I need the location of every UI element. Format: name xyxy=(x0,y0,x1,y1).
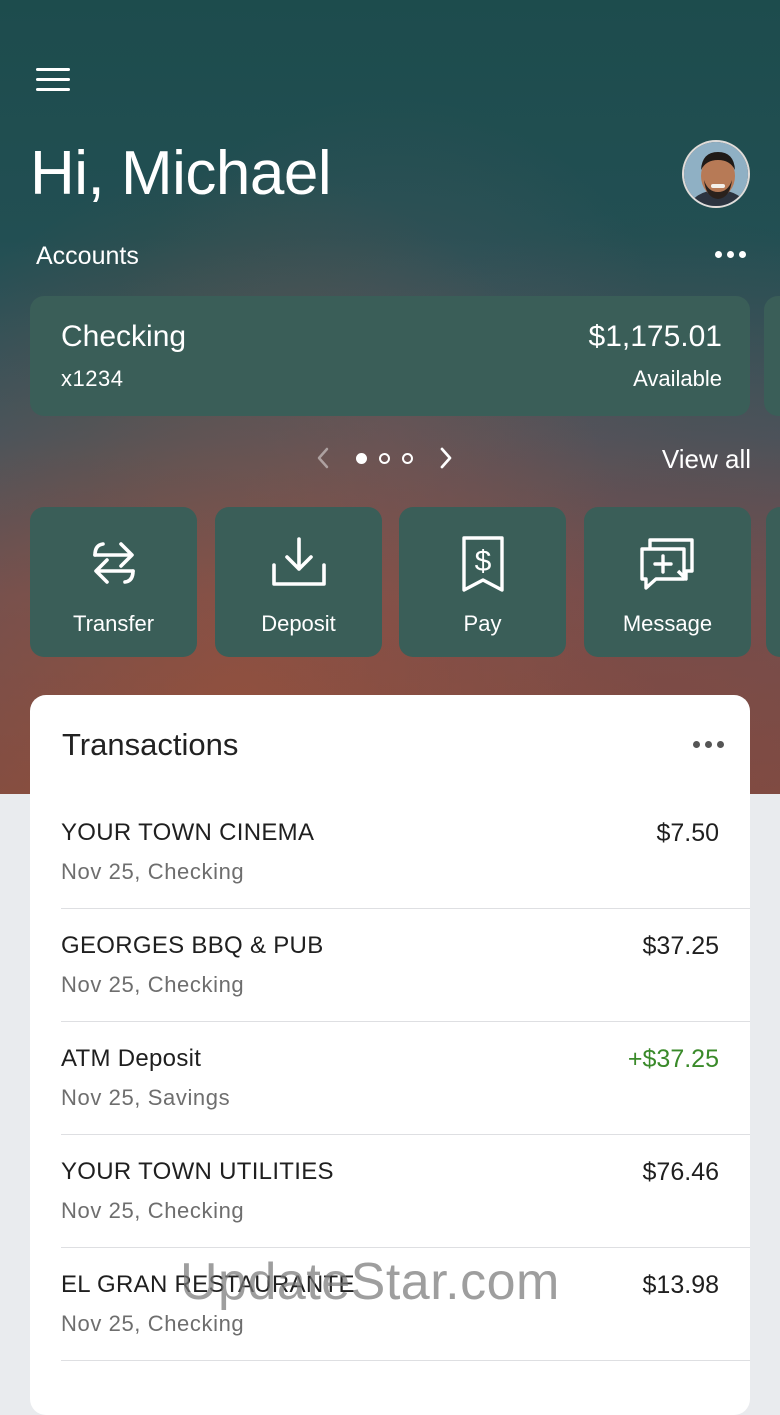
transaction-details: Nov 25, Checking xyxy=(61,1311,245,1336)
deposit-label: Deposit xyxy=(261,611,336,636)
pager-dot[interactable] xyxy=(356,452,367,464)
transactions-title: Transactions xyxy=(62,727,239,762)
transaction-row[interactable]: GEORGES BBQ & PUB Nov 25, Checking $37.2… xyxy=(61,908,750,1022)
transaction-name: EL GRAN RESTAURANTE xyxy=(61,1271,355,1298)
transfer-arrows-icon xyxy=(92,542,135,584)
account-card-checking[interactable]: Checking x1234 $1,175.01 Available xyxy=(30,296,750,416)
pager-dot[interactable] xyxy=(379,452,390,464)
account-balance-label: Available xyxy=(633,366,722,391)
chevron-left-icon[interactable] xyxy=(310,442,336,474)
accounts-more-icon[interactable] xyxy=(715,251,746,258)
pay-label: Pay xyxy=(463,611,502,636)
message-label: Message xyxy=(622,611,713,636)
transaction-row[interactable]: YOUR TOWN CINEMA Nov 25, Checking $7.50 xyxy=(61,795,750,909)
transaction-row[interactable]: YOUR TOWN UTILITIES Nov 25, Checking $76… xyxy=(61,1134,750,1248)
transaction-amount: $13.98 xyxy=(642,1271,719,1299)
greeting-title: Hi, Michael xyxy=(30,139,332,208)
chevron-right-icon[interactable] xyxy=(433,442,459,474)
download-tray-icon xyxy=(271,537,326,586)
transaction-amount: +$37.25 xyxy=(627,1045,719,1073)
transaction-amount: $7.50 xyxy=(656,819,719,847)
deposit-button[interactable]: Deposit xyxy=(215,507,382,657)
transaction-name: ATM Deposit xyxy=(61,1045,202,1072)
transactions-card: Transactions YOUR TOWN CINEMA Nov 25, Ch… xyxy=(30,695,750,1415)
transaction-amount: $37.25 xyxy=(642,932,719,960)
transaction-row[interactable]: EL GRAN RESTAURANTE Nov 25, Checking $13… xyxy=(61,1247,750,1361)
profile-avatar[interactable] xyxy=(682,140,750,208)
transactions-more-icon[interactable] xyxy=(693,741,724,748)
transaction-amount: $76.46 xyxy=(642,1158,719,1186)
pager-dot[interactable] xyxy=(402,452,413,464)
message-plus-icon xyxy=(639,538,694,590)
transfer-label: Transfer xyxy=(72,611,155,636)
pay-button[interactable]: $ Pay xyxy=(399,507,566,657)
svg-text:$: $ xyxy=(474,545,491,578)
view-all-link[interactable]: View all xyxy=(662,444,751,475)
transaction-details: Nov 25, Checking xyxy=(61,972,245,997)
dollar-receipt-icon: $ xyxy=(461,536,504,592)
next-account-card[interactable] xyxy=(764,296,780,416)
account-pager xyxy=(310,442,459,474)
transaction-name: YOUR TOWN UTILITIES xyxy=(61,1158,334,1185)
more-actions-peek[interactable] xyxy=(766,507,780,657)
message-button[interactable]: Message xyxy=(584,507,751,657)
accounts-section-label: Accounts xyxy=(36,242,139,270)
hamburger-menu-icon[interactable] xyxy=(36,68,70,98)
hero-background: Hi, Michael Accounts Checking x1234 $1,1… xyxy=(0,0,780,794)
transaction-row[interactable]: ATM Deposit Nov 25, Savings +$37.25 xyxy=(61,1021,750,1135)
account-balance: $1,175.01 xyxy=(588,320,722,353)
transaction-details: Nov 25, Checking xyxy=(61,1198,245,1223)
account-name: Checking xyxy=(61,320,187,353)
transaction-name: GEORGES BBQ & PUB xyxy=(61,932,324,959)
transaction-details: Nov 25, Savings xyxy=(61,1085,231,1110)
transaction-details: Nov 25, Checking xyxy=(61,859,245,884)
transaction-name: YOUR TOWN CINEMA xyxy=(61,819,315,846)
account-number: x1234 xyxy=(61,366,124,391)
transfer-button[interactable]: Transfer xyxy=(30,507,197,657)
